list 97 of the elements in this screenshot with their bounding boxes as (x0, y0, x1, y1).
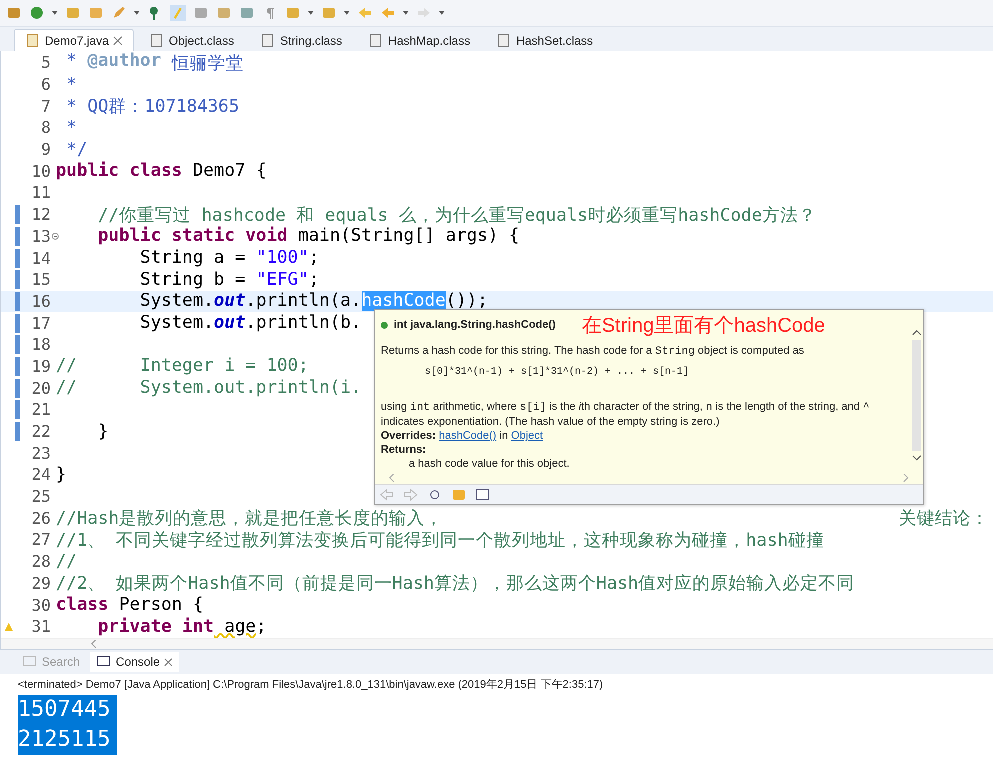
forward-arrow-icon[interactable] (403, 486, 419, 503)
line-number: 26 (30, 508, 52, 528)
description-text: using int arithmetic, where s[i] is the ith character of the string, n is the length of the string, and ^ indicates exponentiation. (The hash value of the empty string is zero.) (381, 400, 871, 429)
forward-arrow-icon[interactable] (416, 5, 432, 21)
console-output: 1507445 (18, 695, 117, 725)
class-link[interactable]: Object (511, 430, 544, 442)
code-line: System.out.println(b. (139, 313, 362, 334)
line-number: 7 (40, 96, 52, 116)
line-number: 18 (30, 335, 52, 354)
line-number: 28 (30, 552, 52, 572)
scroll-down-icon[interactable] (912, 455, 922, 461)
back-history-icon[interactable] (357, 5, 373, 21)
annotation-text: 在String里面有个hashCode (582, 314, 826, 338)
line-number: 8 (40, 118, 52, 138)
caret-icon[interactable] (134, 11, 140, 15)
console-output: 2125115 (18, 725, 117, 755)
code-line: class Person { (56, 595, 204, 616)
caret-icon[interactable] (344, 11, 350, 15)
scroll-left-icon[interactable] (91, 640, 97, 648)
line-number: 31 (20, 617, 56, 636)
code-line: //你重写过 hashcode 和 equals 么，为什么重写equals时必须重写hashCode方法？ (97, 204, 816, 226)
class-file-icon (496, 32, 512, 48)
line-number: 19 (30, 356, 52, 376)
close-icon[interactable] (113, 36, 124, 46)
pencil-icon[interactable] (111, 5, 127, 21)
line-number: 14 (30, 248, 52, 268)
line-number: 9 (40, 140, 52, 160)
code-line: * (66, 118, 78, 138)
code-line: 关键结论： (899, 508, 990, 530)
returns-text: a hash code value for this object. (408, 457, 571, 471)
scroll-left-icon[interactable] (389, 474, 395, 482)
caret-icon[interactable] (439, 11, 445, 15)
class-file-icon (368, 32, 384, 48)
editor-tab[interactable]: HashMap.class (357, 29, 482, 51)
code-line: public static void main(String[] args) { (97, 226, 520, 246)
line-number: 11 (30, 183, 52, 202)
formula: s[0]*31^(n-1) + s[1]*31^(n-2) + ... + s[n-1] (425, 366, 690, 380)
line-number: 24 (30, 465, 52, 484)
code-line: // (56, 552, 78, 572)
code-line: } (97, 422, 109, 442)
back-arrow-icon[interactable] (380, 5, 396, 21)
code-line: String a = "100"; (139, 248, 320, 268)
code-line: * QQ群：107184365 (66, 96, 240, 118)
line-number: 12 (30, 205, 52, 224)
code-line: * (66, 74, 78, 95)
code-line: //2、 如果两个Hash值不同（前提是同一Hash算法），那么这两个Hash值对应的原始输入必定不同 (56, 573, 855, 596)
method-signature: int java.lang.String.hashCode() (394, 319, 556, 331)
code-line: // System.out.println(i. (56, 378, 362, 398)
scroll-right-icon[interactable] (903, 474, 909, 482)
close-icon[interactable] (164, 658, 174, 666)
panel-tab[interactable]: Console (90, 652, 180, 672)
code-line: String b = "EFG"; (139, 270, 320, 290)
warning-icon (4, 622, 14, 632)
code-line: * @author 恒骊学堂 (66, 51, 244, 75)
line-number: 13 (20, 226, 56, 246)
overrides-label: Overrides: (381, 430, 436, 442)
code-line: //1、 不同关键字经过散列算法变换后可能得到同一个散列地址，这种现象称为碰撞，hash碰撞 (56, 530, 824, 552)
code-line: //Hash是散列的意思，就是把任意长度的输入， (56, 508, 444, 530)
caret-icon[interactable] (308, 11, 314, 15)
editor-tab[interactable]: Demo7.java (14, 29, 134, 51)
editor-tab[interactable]: Object.class (138, 29, 246, 51)
line-number: 25 (30, 487, 52, 506)
class-file-icon (149, 32, 166, 48)
line-number: 17 (30, 314, 52, 333)
description-text: Returns a hash code for this string. The hash code for a String object is computed as (381, 344, 806, 359)
in-text: in (500, 430, 508, 442)
highlight-icon[interactable] (170, 5, 186, 21)
editor-tab[interactable]: HashSet.class (485, 29, 604, 51)
code-line: */ (66, 140, 88, 160)
line-number: 6 (40, 75, 52, 94)
line-number: 21 (30, 400, 52, 420)
line-number: 27 (30, 530, 52, 550)
line-number: 29 (30, 574, 52, 593)
line-number: 20 (30, 378, 52, 398)
java-file-icon (25, 32, 41, 48)
caret-icon[interactable] (403, 11, 409, 15)
line-number: 22 (30, 422, 52, 442)
line-number: 5 (40, 53, 52, 72)
back-arrow-icon[interactable] (379, 486, 395, 503)
console-header: <terminated> Demo7 [Java Application] C:\Program Files\Java\jre1.8.0_131\bin\javaw.exe (2019年2月15日 下午2:35:17) (17, 678, 604, 693)
method-link[interactable]: hashCode() (439, 430, 497, 442)
fold-icon[interactable] (52, 232, 59, 240)
code-line: public class Demo7 { (56, 161, 267, 182)
code-line: // Integer i = 100; (56, 356, 309, 376)
scroll-up-icon[interactable] (912, 330, 922, 336)
method-icon (381, 322, 388, 328)
returns-label: Returns: (381, 444, 426, 456)
caret-icon[interactable] (52, 11, 58, 15)
line-number: 16 (30, 292, 52, 311)
line-number: 10 (30, 162, 52, 181)
code-line: } (56, 464, 67, 485)
code-line: private int age; (97, 616, 267, 637)
line-number: 23 (30, 444, 52, 463)
line-number: 30 (30, 596, 52, 615)
line-number: 15 (30, 270, 52, 290)
editor-tab[interactable]: String.class (249, 29, 354, 51)
class-file-icon (260, 32, 276, 48)
